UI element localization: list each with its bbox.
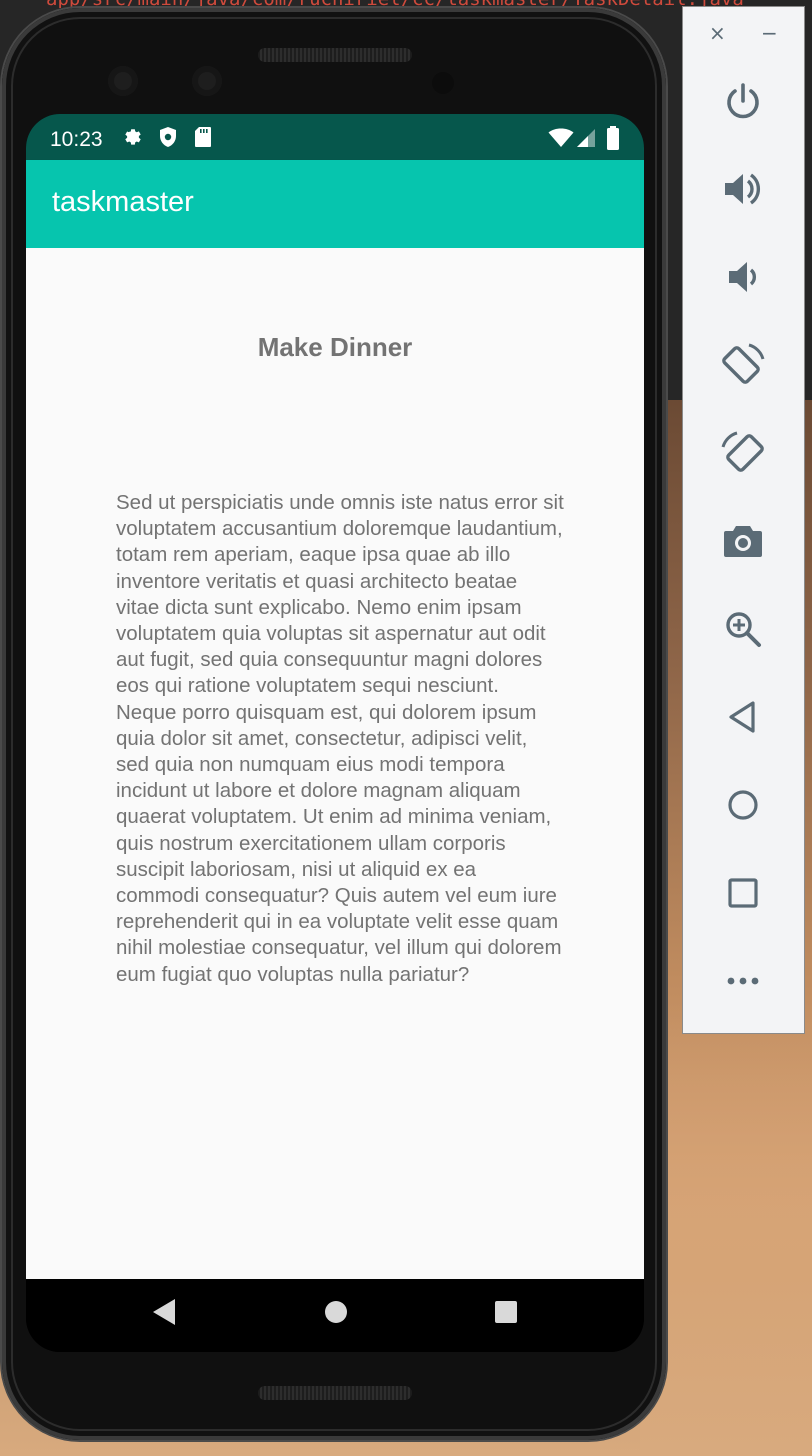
home-icon	[728, 790, 758, 820]
emulator-back-button[interactable]	[717, 691, 769, 743]
home-icon[interactable]	[324, 1300, 348, 1324]
emulator-overview-button[interactable]	[717, 867, 769, 919]
volume-up-icon	[725, 173, 761, 205]
earpiece-speaker	[258, 48, 412, 62]
task-detail-content: Make Dinner Sed ut perspiciatis unde omn…	[26, 248, 644, 1279]
back-icon[interactable]	[151, 1297, 177, 1327]
battery-icon	[607, 126, 619, 150]
sd-card-icon	[195, 127, 211, 147]
emulator-more-button[interactable]	[717, 955, 769, 1007]
recents-icon[interactable]	[494, 1300, 518, 1324]
front-sensor-left	[108, 66, 138, 96]
status-time: 10:23	[50, 128, 103, 151]
proximity-sensor	[432, 72, 454, 94]
screenshot-button[interactable]	[717, 515, 769, 567]
volume-down-icon	[729, 262, 756, 292]
app-title: taskmaster	[52, 186, 194, 218]
phone-screen: 10:23 taskmaster Make Dinner Sed ut pers…	[26, 114, 644, 1352]
camera-icon	[724, 526, 762, 557]
settings-icon	[125, 129, 141, 145]
status-bar: 10:23	[26, 114, 644, 160]
more-icon	[727, 977, 759, 985]
task-title: Make Dinner	[257, 332, 413, 362]
app-bar: taskmaster	[26, 160, 644, 248]
power-icon	[727, 83, 759, 119]
bottom-speaker	[258, 1386, 412, 1400]
rotate-right-button[interactable]	[717, 427, 769, 479]
emulator-home-button[interactable]	[717, 779, 769, 831]
navigation-bar	[26, 1279, 644, 1352]
emulator-toolbar: × −	[682, 6, 805, 1034]
signal-icon	[577, 129, 595, 147]
zoom-button[interactable]	[717, 603, 769, 655]
back-icon	[729, 701, 755, 733]
rotate-right-icon	[721, 431, 764, 472]
overview-icon	[728, 878, 758, 908]
front-camera	[192, 66, 222, 96]
minimize-icon[interactable]: −	[761, 21, 778, 45]
rotate-left-button[interactable]	[717, 339, 769, 391]
volume-up-button[interactable]	[717, 163, 769, 215]
task-description: Sed ut perspiciatis unde omnis iste natu…	[116, 491, 564, 986]
rotate-left-icon	[722, 343, 765, 384]
shield-icon	[160, 127, 176, 147]
zoom-icon	[726, 612, 761, 647]
phone-frame: 10:23 taskmaster Make Dinner Sed ut pers…	[2, 8, 666, 1440]
close-icon[interactable]: ×	[709, 21, 726, 45]
volume-down-button[interactable]	[717, 251, 769, 303]
power-button[interactable]	[717, 75, 769, 127]
wifi-icon	[548, 128, 574, 147]
